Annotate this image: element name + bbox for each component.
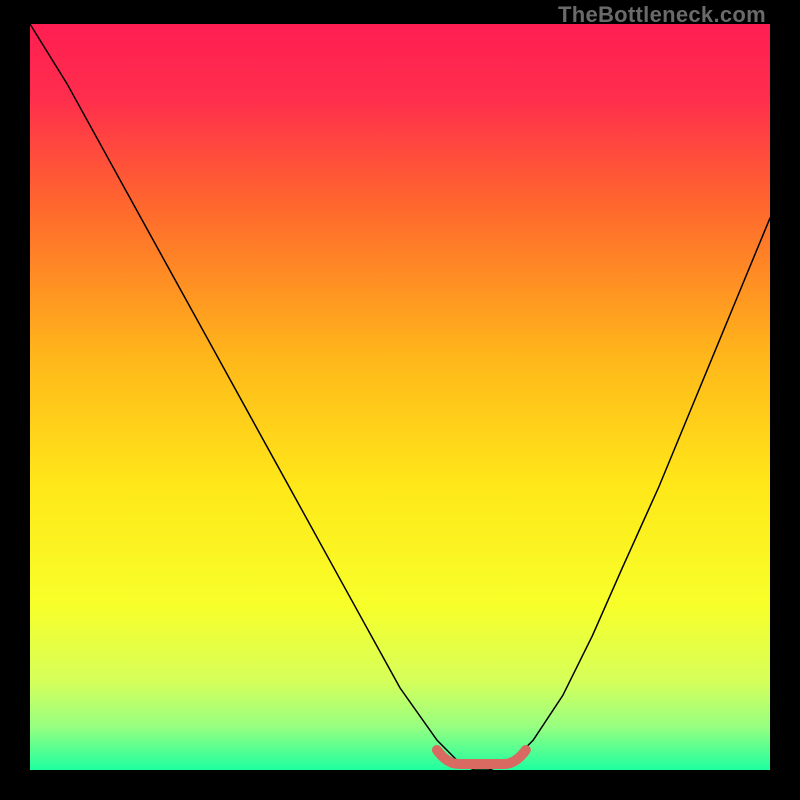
flat-bottom-band (437, 750, 526, 764)
chart-stage: TheBottleneck.com (0, 0, 800, 800)
bottleneck-curve (30, 24, 770, 770)
plot-area (30, 24, 770, 770)
curve-layer (30, 24, 770, 770)
